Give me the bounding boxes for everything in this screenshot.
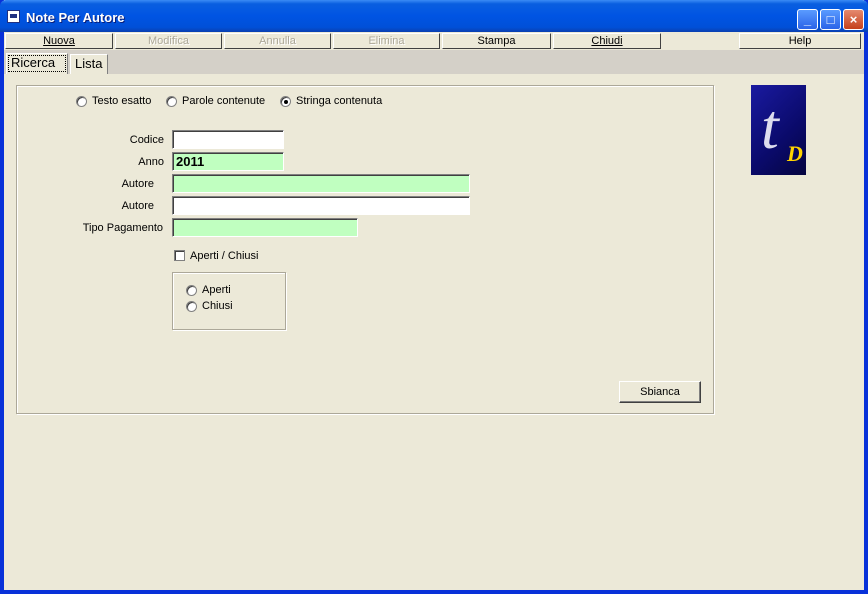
aperti-chiusi-checkbox[interactable] <box>174 250 185 261</box>
minimize-button[interactable]: _ <box>797 9 818 30</box>
toolbar: Nuova Modifica Annulla Elimina Stampa Ch… <box>4 32 864 50</box>
app-icon <box>7 10 20 23</box>
tipo-pagamento-field[interactable] <box>172 218 358 237</box>
aperti-chiusi-label: Aperti / Chiusi <box>190 250 259 262</box>
window-title: Note Per Autore <box>26 10 125 25</box>
radio-label-testo-esatto: Testo esatto <box>92 95 152 107</box>
radio-chiusi[interactable] <box>186 301 197 312</box>
modifica-button[interactable]: Modifica <box>115 33 222 49</box>
tipo-pagamento-label: Tipo Pagamento <box>82 222 163 234</box>
tab-ricerca[interactable]: Ricerca <box>6 53 68 74</box>
sbianca-button[interactable]: Sbianca <box>619 381 701 403</box>
tab-strip: Ricerca Lista <box>4 50 864 74</box>
anno-field[interactable]: 2011 <box>172 152 284 171</box>
help-button[interactable]: Help <box>739 33 861 49</box>
radio-label-parole-contenute: Parole contenute <box>182 95 266 107</box>
stampa-button[interactable]: Stampa <box>442 33 551 49</box>
elimina-button[interactable]: Elimina <box>333 33 440 49</box>
radio-parole-contenute[interactable] <box>166 96 177 107</box>
radio-testo-esatto[interactable] <box>76 96 87 107</box>
codice-label: Codice <box>129 134 164 146</box>
main-window: Note Per Autore _ □ × Nuova Modifica Ann… <box>0 0 868 594</box>
radio-stringa-contenuta[interactable] <box>280 96 291 107</box>
radio-aperti[interactable] <box>186 285 197 296</box>
chiudi-button[interactable]: Chiudi <box>553 33 661 49</box>
radio-label-aperti: Aperti <box>202 284 231 296</box>
autore-label-2: Autore <box>121 200 154 212</box>
maximize-button[interactable]: □ <box>820 9 841 30</box>
title-bar[interactable]: Note Per Autore _ □ × <box>0 0 868 32</box>
app-logo: t D <box>751 85 806 175</box>
logo-letter-t: t <box>761 91 779 162</box>
close-button[interactable]: × <box>843 9 864 30</box>
tab-lista[interactable]: Lista <box>70 54 108 74</box>
logo-letter-d: D <box>787 141 803 166</box>
anno-label: Anno <box>138 156 164 168</box>
radio-label-stringa-contenuta: Stringa contenuta <box>296 95 383 107</box>
autore-label: Autore <box>121 178 154 190</box>
nuova-button[interactable]: Nuova <box>5 33 113 49</box>
autore-field-2[interactable] <box>172 196 470 215</box>
codice-field[interactable] <box>172 130 284 149</box>
autore-field[interactable] <box>172 174 470 193</box>
annulla-button[interactable]: Annulla <box>224 33 331 49</box>
radio-label-chiusi: Chiusi <box>202 300 233 312</box>
